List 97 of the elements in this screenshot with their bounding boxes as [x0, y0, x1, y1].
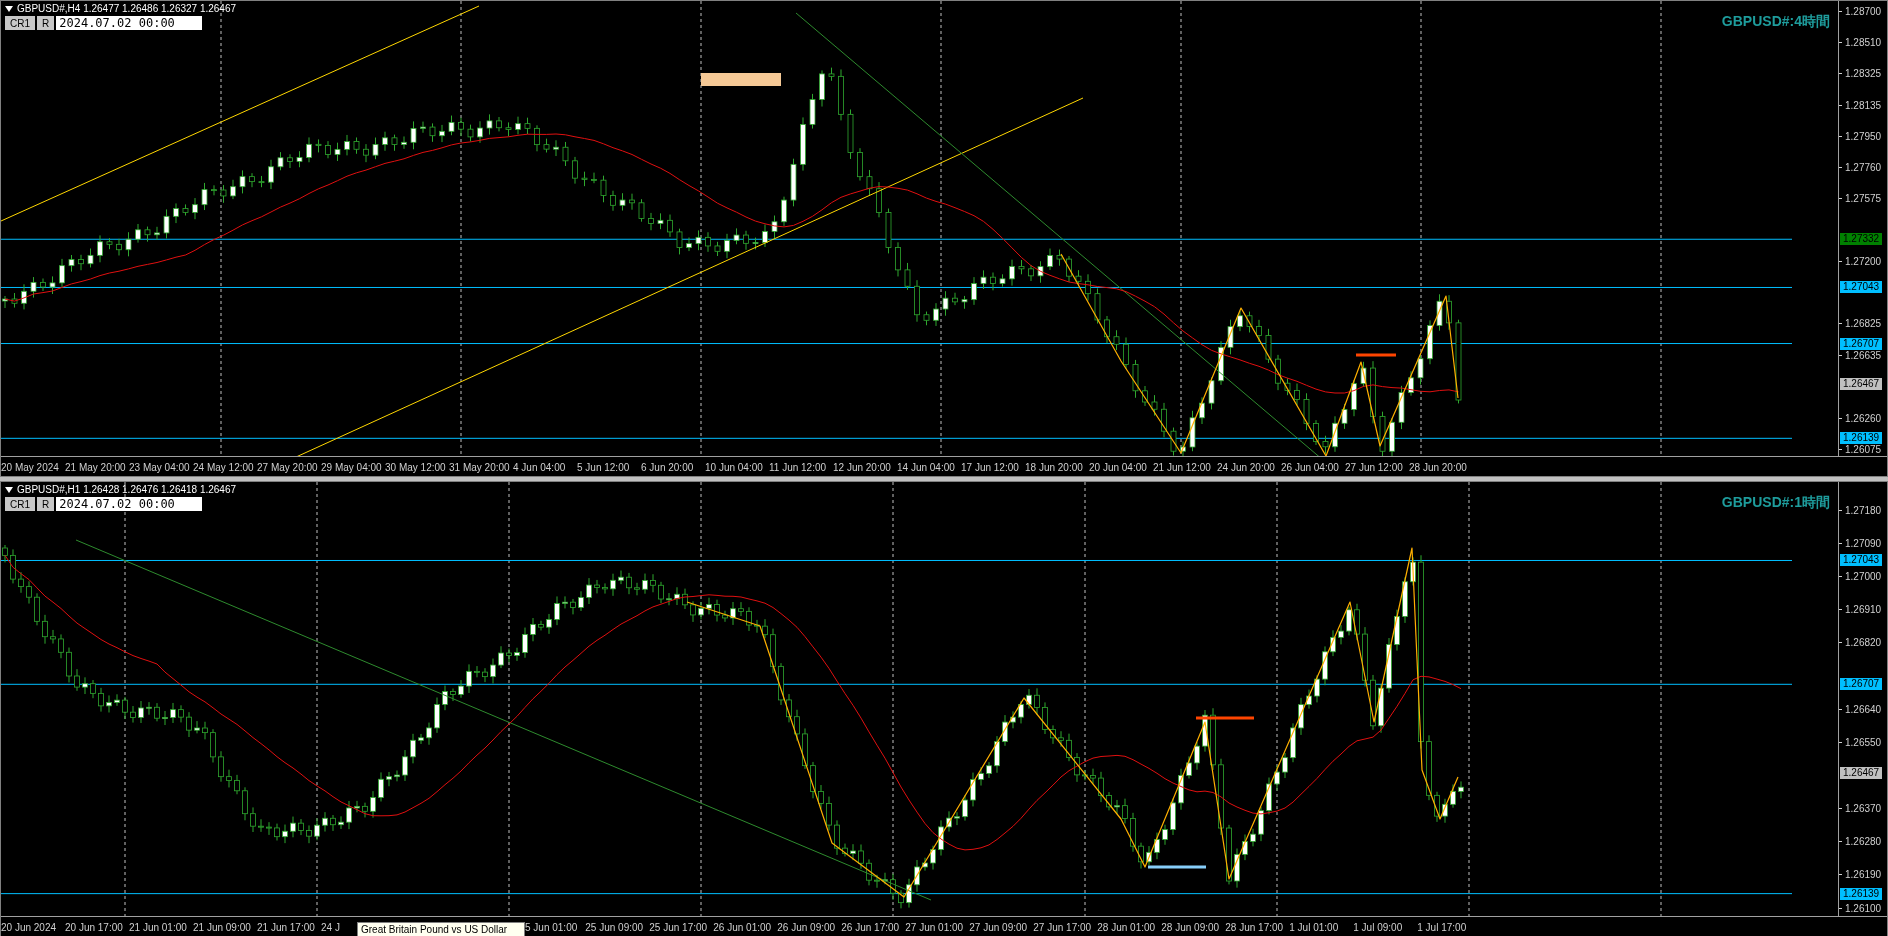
time-label: 18 Jun 20:00	[1025, 461, 1084, 473]
time-label: 6 Jun 20:00	[641, 461, 695, 473]
time-label: 1 Jul 01:00	[1289, 921, 1340, 933]
time-label: 27 Jun 17:00	[1033, 921, 1093, 933]
date-field[interactable]: 2024.07.02 00:00	[56, 16, 203, 30]
price-tick-label: 1.27180	[1839, 504, 1882, 516]
time-label: 20 Jun 17:00	[65, 921, 124, 933]
marker-line[interactable]	[1196, 716, 1254, 720]
price-level-label: 1.26707	[1840, 337, 1883, 350]
time-label: 17 Jun 12:00	[961, 461, 1020, 473]
price-level-label: 1.26139	[1840, 432, 1883, 445]
chart-button[interactable]: R	[37, 497, 55, 511]
price-level-line[interactable]	[1, 343, 1792, 345]
price-tick-label: 1.26820	[1839, 636, 1882, 649]
price-level-line[interactable]	[1, 238, 1792, 240]
time-label: 31 May 20:00	[449, 461, 511, 473]
time-label: 24 Jun 20:00	[1217, 461, 1276, 473]
date-field[interactable]: 2024.07.02 00:00	[56, 497, 203, 511]
time-label: 24 J	[321, 921, 341, 933]
time-label: 5 Jun 01:00	[525, 921, 578, 933]
time-label: 4 Jun 04:00	[513, 461, 567, 473]
marker-line[interactable]	[1148, 865, 1206, 869]
price-tick-label: 1.26280	[1839, 835, 1882, 848]
time-label: 10 Jun 04:00	[705, 461, 764, 473]
price-tick-label: 1.26260	[1839, 412, 1882, 425]
time-label: 24 May 12:00	[193, 461, 255, 473]
time-label: 1 Jul 17:00	[1417, 921, 1468, 933]
chart-button[interactable]: CR1	[5, 16, 35, 30]
price-level-label: 1.27043	[1840, 554, 1883, 567]
price-level-label: 1.27332	[1840, 233, 1883, 246]
time-label: 27 Jun 12:00	[1345, 461, 1404, 473]
time-label: 20 Jun 2024	[1, 921, 58, 933]
price-tick-label: 1.27575	[1839, 192, 1882, 205]
price-tick-label: 1.27760	[1839, 161, 1882, 174]
time-label: 21 Jun 17:00	[257, 921, 316, 933]
price-level-label: 1.27043	[1840, 281, 1883, 294]
dropdown-triangle-icon[interactable]	[5, 486, 13, 493]
time-label: 29 May 04:00	[321, 461, 383, 473]
tooltip: Great Britain Pound vs US Dollar	[357, 922, 525, 936]
chart-button[interactable]: R	[37, 16, 55, 30]
price-tick-label: 1.26100	[1839, 902, 1882, 914]
symbol-info: GBPUSD#,H1 1.26428 1.26476 1.26418 1.26467	[17, 484, 237, 495]
time-label: 28 Jun 20:00	[1409, 461, 1468, 473]
time-label: 12 Jun 20:00	[833, 461, 892, 473]
price-tick-label: 1.26640	[1839, 703, 1882, 715]
price-tick-label: 1.26550	[1839, 736, 1882, 749]
price-tick-label: 1.26075	[1839, 443, 1882, 455]
price-tick-label: 1.26635	[1839, 349, 1882, 362]
dropdown-triangle-icon[interactable]	[5, 5, 13, 12]
time-label: 20 May 2024	[1, 461, 60, 473]
price-tick-label: 1.27090	[1839, 537, 1882, 550]
time-label: 1 Jul 09:00	[1353, 921, 1404, 933]
time-label: 21 Jun 09:00	[193, 921, 252, 933]
time-label: 25 Jun 09:00	[585, 921, 645, 933]
time-label: 21 Jun 12:00	[1153, 461, 1212, 473]
time-label: 25 Jun 17:00	[649, 921, 709, 933]
time-label: 27 Jun 01:00	[905, 921, 965, 933]
price-tick-label: 1.28325	[1839, 67, 1882, 80]
current-price-label: 1.26467	[1840, 377, 1883, 390]
price-tick-label: 1.28700	[1839, 5, 1882, 17]
price-level-label: 1.26707	[1840, 678, 1883, 691]
chart-button[interactable]: CR1	[5, 497, 35, 511]
price-tick-label: 1.27200	[1839, 255, 1882, 268]
time-label: 23 May 04:00	[129, 461, 191, 473]
price-tick-label: 1.26825	[1839, 317, 1882, 330]
time-label: 26 Jun 17:00	[841, 921, 901, 933]
time-label: 5 Jun 12:00	[577, 461, 631, 473]
price-level-label: 1.26139	[1840, 887, 1883, 900]
time-label: 21 May 20:00	[65, 461, 127, 473]
price-level-line[interactable]	[1, 893, 1792, 895]
time-label: 20 Jun 04:00	[1089, 461, 1148, 473]
price-tick-label: 1.28510	[1839, 36, 1882, 49]
chart-title: GBPUSD#:4時間	[1721, 13, 1830, 31]
price-tick-label: 1.26910	[1839, 603, 1882, 616]
price-tick-label: 1.26190	[1839, 868, 1882, 881]
time-label: 30 May 12:00	[385, 461, 447, 473]
time-label: 28 Jun 09:00	[1161, 921, 1221, 933]
time-label: 28 Jun 01:00	[1097, 921, 1157, 933]
time-label: 26 Jun 01:00	[713, 921, 773, 933]
time-label: 27 May 20:00	[257, 461, 319, 473]
price-tick-label: 1.26370	[1839, 802, 1882, 815]
price-tick-label: 1.27950	[1839, 130, 1882, 143]
price-tick-label: 1.28135	[1839, 99, 1882, 112]
time-label: 27 Jun 09:00	[969, 921, 1029, 933]
time-label: 11 Jun 12:00	[769, 461, 828, 473]
time-label: 14 Jun 04:00	[897, 461, 956, 473]
price-level-line[interactable]	[1, 437, 1792, 439]
current-price-label: 1.26467	[1840, 766, 1883, 779]
time-label: 26 Jun 04:00	[1281, 461, 1340, 473]
price-tick-label: 1.27000	[1839, 570, 1882, 583]
marker-line[interactable]	[1356, 353, 1396, 357]
time-label: 21 Jun 01:00	[129, 921, 188, 933]
time-label: 26 Jun 09:00	[777, 921, 837, 933]
price-level-line[interactable]	[1, 683, 1792, 685]
chart-title: GBPUSD#:1時間	[1721, 494, 1830, 512]
time-label: 28 Jun 17:00	[1225, 921, 1285, 933]
symbol-info: GBPUSD#,H4 1.26477 1.26486 1.26327 1.26467	[17, 3, 237, 14]
